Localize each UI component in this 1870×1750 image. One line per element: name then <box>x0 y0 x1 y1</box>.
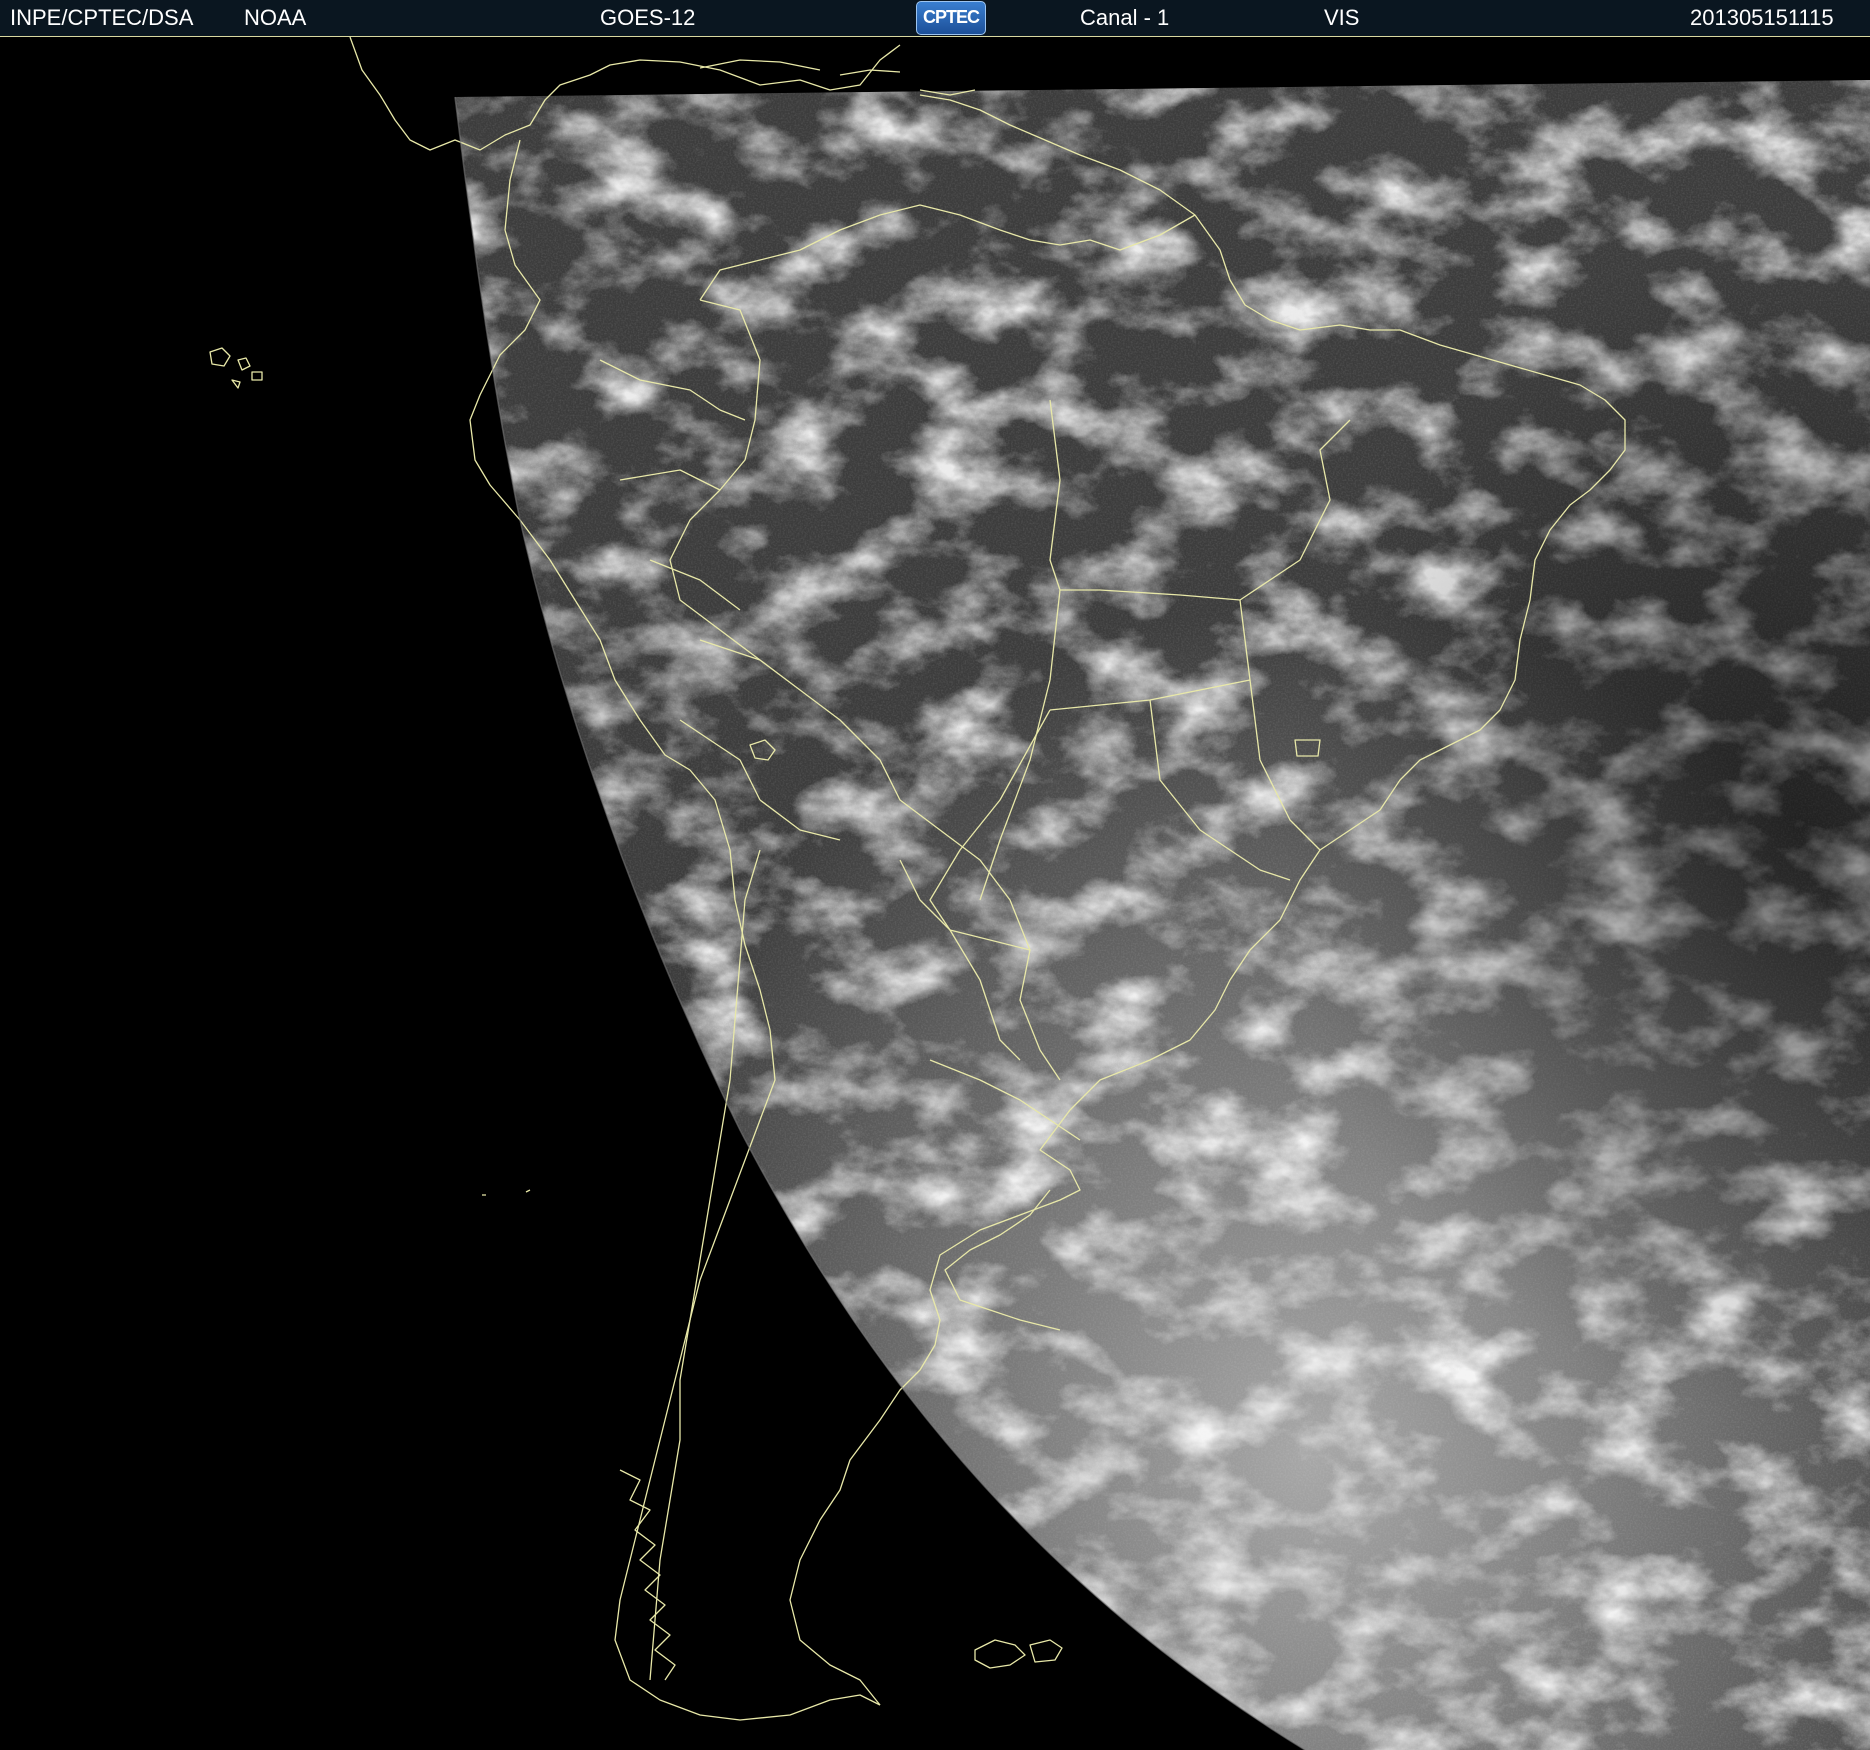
cptec-logo: CPTEC <box>916 1 986 35</box>
cptec-logo-text: CPTEC <box>922 7 980 27</box>
institution-label: INPE/CPTEC/DSA <box>10 5 194 30</box>
image-header-bar: INPE/CPTEC/DSA NOAA GOES-12 CPTEC Canal … <box>0 0 1870 37</box>
timestamp-label: 201305151115 <box>1690 5 1834 30</box>
agency-label: NOAA <box>244 5 307 30</box>
satellite-image-frame <box>0 37 1870 1750</box>
satellite-label: GOES-12 <box>600 5 696 30</box>
channel-label: Canal - 1 <box>1080 5 1170 30</box>
satellite-map <box>0 37 1870 1750</box>
band-label: VIS <box>1324 5 1360 30</box>
